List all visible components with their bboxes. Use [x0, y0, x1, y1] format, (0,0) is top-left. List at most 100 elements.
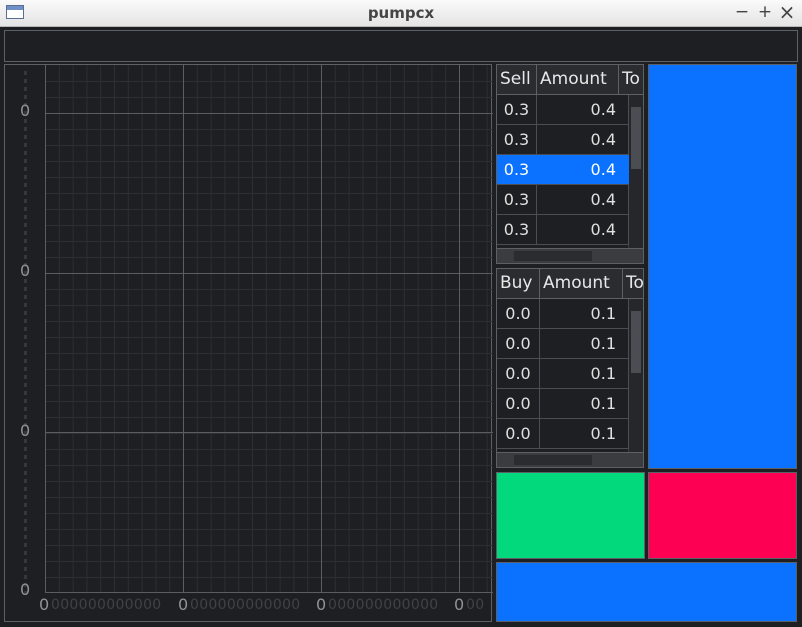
- order-row[interactable]: 0.3 0.4: [497, 95, 629, 125]
- order-price: 0.0: [497, 299, 540, 328]
- y-minor-tick: [24, 215, 27, 219]
- order-price: 0.0: [497, 359, 540, 388]
- y-minor-tick: [24, 551, 27, 555]
- order-amount: 0.1: [540, 419, 629, 448]
- order-row[interactable]: 0.3 0.4: [497, 185, 629, 215]
- buy-order-book[interactable]: Buy Amount To 0.0 0.1 0.0 0.1 0.0 0.1 0.0 0.1 0.…: [496, 268, 644, 468]
- y-minor-tick: [24, 527, 27, 531]
- y-minor-tick: [24, 391, 27, 395]
- sell-vertical-scrollbar[interactable]: [628, 95, 643, 248]
- y-minor-tick: [24, 79, 27, 83]
- y-minor-tick: [24, 183, 27, 187]
- order-row[interactable]: 0.0 0.1: [497, 419, 629, 449]
- order-row[interactable]: 0.3 0.4: [497, 155, 629, 185]
- x-tick-label: 0: [178, 595, 189, 614]
- x-minor-ticks: 000000000000: [328, 597, 439, 613]
- minimize-button[interactable]: −: [732, 2, 752, 22]
- order-price: 0.3: [497, 185, 537, 214]
- y-minor-tick: [24, 151, 27, 155]
- y-minor-tick: [24, 87, 27, 91]
- x-minor-ticks: 000000000000: [51, 597, 162, 613]
- order-row[interactable]: 0.3 0.4: [497, 125, 629, 155]
- y-tick-label: 0: [20, 580, 31, 599]
- y-minor-tick: [24, 399, 27, 403]
- order-price: 0.3: [497, 215, 537, 244]
- sell-total-header[interactable]: To: [619, 65, 643, 95]
- y-minor-tick: [24, 207, 27, 211]
- y-minor-tick: [24, 463, 27, 467]
- y-minor-tick: [24, 319, 27, 323]
- y-minor-tick: [24, 335, 27, 339]
- buy-button[interactable]: [496, 472, 645, 559]
- sell-vertical-scroll-thumb[interactable]: [631, 107, 641, 169]
- y-minor-tick: [24, 327, 27, 331]
- y-tick-label: 0: [20, 101, 31, 120]
- order-price: 0.0: [497, 389, 540, 418]
- y-minor-tick: [24, 415, 27, 419]
- order-price: 0.3: [497, 95, 537, 124]
- y-tick-label: 0: [20, 261, 31, 280]
- chart-grid: [24, 65, 493, 595]
- y-minor-tick: [24, 471, 27, 475]
- title-bar: pumpcx − + ×: [0, 0, 802, 27]
- order-row[interactable]: 0.0 0.1: [497, 329, 629, 359]
- order-row[interactable]: 0.3 0.4: [497, 215, 629, 245]
- y-minor-tick: [24, 223, 27, 227]
- y-minor-tick: [24, 367, 27, 371]
- order-row[interactable]: 0.0 0.1: [497, 359, 629, 389]
- buy-price-header[interactable]: Buy: [497, 269, 540, 299]
- top-input-bar[interactable]: [4, 30, 798, 62]
- y-minor-tick: [24, 503, 27, 507]
- y-minor-tick: [24, 407, 27, 411]
- y-minor-tick: [24, 535, 27, 539]
- y-minor-tick: [24, 167, 27, 171]
- y-minor-tick: [24, 383, 27, 387]
- y-minor-tick: [24, 359, 27, 363]
- y-minor-tick: [24, 71, 27, 75]
- sell-order-book[interactable]: Sell Amount To 0.3 0.4 0.3 0.4 0.3 0.4 0.3 0.4 0…: [496, 64, 644, 264]
- y-minor-tick: [24, 487, 27, 491]
- buy-horizontal-scrollbar[interactable]: [497, 452, 643, 467]
- order-price: 0.3: [497, 125, 537, 154]
- order-amount: 0.1: [540, 359, 629, 388]
- y-minor-tick: [24, 303, 27, 307]
- order-amount: 0.4: [537, 215, 629, 244]
- sell-price-header[interactable]: Sell: [497, 65, 537, 95]
- y-minor-tick: [24, 191, 27, 195]
- y-minor-tick: [24, 239, 27, 243]
- buy-amount-header[interactable]: Amount: [540, 269, 623, 299]
- y-tick-label: 0: [20, 421, 31, 440]
- y-minor-tick: [24, 511, 27, 515]
- y-minor-tick: [24, 199, 27, 203]
- y-minor-tick: [24, 575, 27, 579]
- x-tick-label: 0: [39, 595, 50, 614]
- y-minor-tick: [24, 311, 27, 315]
- order-row[interactable]: 0.0 0.1: [497, 389, 629, 419]
- y-minor-tick: [24, 351, 27, 355]
- order-row[interactable]: 0.0 0.1: [497, 299, 629, 329]
- y-minor-tick: [24, 375, 27, 379]
- window-title: pumpcx: [367, 4, 435, 22]
- buy-vertical-scrollbar[interactable]: [628, 299, 643, 452]
- buy-total-header[interactable]: To: [623, 269, 643, 299]
- buy-vertical-scroll-thumb[interactable]: [631, 311, 641, 373]
- order-amount: 0.4: [537, 125, 629, 154]
- y-minor-tick: [24, 175, 27, 179]
- close-button[interactable]: ×: [777, 2, 797, 22]
- order-price: 0.3: [497, 155, 537, 184]
- buy-horizontal-scroll-thumb[interactable]: [514, 455, 592, 465]
- sell-amount-header[interactable]: Amount: [537, 65, 619, 95]
- y-minor-tick: [24, 567, 27, 571]
- order-panel[interactable]: [648, 64, 797, 469]
- sell-button[interactable]: [648, 472, 797, 559]
- y-minor-tick: [24, 455, 27, 459]
- submit-button[interactable]: [496, 562, 797, 622]
- price-chart[interactable]: 0 0 0 0 0 000000000000 0 000000000000 0 …: [4, 64, 493, 622]
- y-minor-tick: [24, 255, 27, 259]
- x-minor-ticks: 00: [466, 597, 485, 613]
- sell-horizontal-scrollbar[interactable]: [497, 248, 643, 263]
- y-minor-tick: [24, 519, 27, 523]
- maximize-button[interactable]: +: [755, 2, 775, 22]
- order-amount: 0.1: [540, 389, 629, 418]
- sell-horizontal-scroll-thumb[interactable]: [514, 251, 592, 261]
